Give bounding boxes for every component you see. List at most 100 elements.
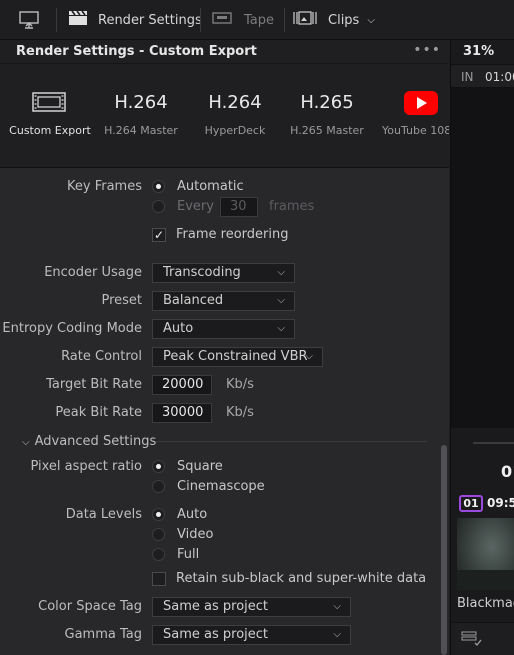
in-out-bar: IN 01:00 [451, 64, 514, 88]
preset-hyperdeck[interactable]: H.264 HyperDeck [194, 64, 276, 167]
key-frames-label: Key Frames [67, 179, 142, 194]
clip-name: Blackmag [457, 596, 514, 611]
preset-label: Custom Export [9, 124, 91, 137]
pixel-aspect-cinemascope-radio[interactable] [152, 480, 165, 493]
entropy-coding-label: Entropy Coding Mode [2, 321, 142, 336]
key-frames-every-label: Every [177, 199, 214, 214]
render-settings-panel: Render Settings - Custom Export ••• Cust… [0, 40, 449, 655]
data-levels-auto-label: Auto [177, 507, 208, 522]
advanced-settings-toggle[interactable]: ⌵ Advanced Settings [22, 434, 156, 449]
target-bit-rate-unit: Kb/s [226, 377, 254, 392]
tape-toggle[interactable]: Tape [212, 0, 274, 40]
settings-scrollbar[interactable] [441, 445, 447, 655]
encoder-usage-select[interactable]: Transcoding ⌵ [152, 263, 295, 283]
in-timecode: 01:00 [485, 70, 514, 84]
tape-label: Tape [244, 12, 275, 28]
zoom-level[interactable]: 31% [463, 44, 494, 59]
pixel-aspect-square-label: Square [177, 459, 223, 474]
preset-value: Balanced [163, 293, 224, 308]
gamma-tag-value: Same as project [163, 627, 269, 642]
data-levels-label: Data Levels [65, 507, 142, 522]
frame-reordering-checkbox[interactable]: ✓ [152, 228, 166, 242]
in-label: IN [461, 70, 474, 84]
pixel-aspect-cinemascope-label: Cinemascope [177, 479, 265, 494]
viewer-bottom-bar [451, 622, 514, 655]
clip-thumbnail[interactable] [457, 518, 514, 590]
viewer-canvas[interactable] [451, 88, 514, 428]
chevron-down-icon: ⌵ [277, 267, 285, 278]
render-settings-toggle[interactable]: Render Settings [68, 0, 202, 40]
preset-custom-export[interactable]: Custom Export [4, 64, 96, 167]
target-bit-rate-input[interactable]: 20000 [152, 375, 212, 395]
render-presets-strip: Custom Export H.264 H.264 Master H.264 H… [0, 64, 449, 168]
clips-icon [292, 10, 318, 30]
retain-data-checkbox[interactable] [152, 572, 166, 586]
key-frames-every-radio[interactable] [152, 200, 165, 213]
gamma-tag-label: Gamma Tag [64, 627, 142, 642]
viewer-panel: 31% IN 01:00 01 01 09:59 Blackmag [450, 40, 514, 655]
preset-codec: H.264 [114, 92, 168, 113]
deliver-icon[interactable] [18, 0, 40, 40]
render-settings-label: Render Settings [98, 12, 202, 28]
entropy-coding-value: Auto [163, 321, 194, 336]
retain-data-label: Retain sub-black and super-white data [176, 571, 427, 586]
preset-youtube[interactable]: YouTube 108 [378, 64, 449, 167]
preset-h265-master[interactable]: H.265 H.265 Master [286, 64, 368, 167]
rate-control-label: Rate Control [61, 349, 142, 364]
advanced-settings-label: Advanced Settings [34, 434, 157, 449]
checklist-icon[interactable] [461, 631, 483, 651]
gamma-tag-select[interactable]: Same as project ⌵ [152, 625, 351, 645]
data-levels-full-label: Full [177, 547, 200, 562]
frames-unit: frames [269, 199, 315, 214]
preset-label: Preset [101, 293, 142, 308]
chevron-down-icon: ⌵ [333, 601, 341, 612]
data-levels-auto-radio[interactable] [152, 508, 165, 521]
pixel-aspect-square-radio[interactable] [152, 460, 165, 473]
target-bit-rate-label: Target Bit Rate [46, 377, 142, 392]
data-levels-video-radio[interactable] [152, 528, 165, 541]
entropy-coding-select[interactable]: Auto ⌵ [152, 319, 295, 339]
clip-timecode: 09:59 [487, 496, 514, 510]
clapper-icon [68, 10, 88, 30]
key-frames-automatic-label: Automatic [177, 179, 244, 194]
peak-bit-rate-input[interactable]: 30000 [152, 403, 212, 423]
tape-icon [212, 11, 232, 29]
encoder-usage-label: Encoder Usage [44, 265, 142, 280]
peak-bit-rate-unit: Kb/s [226, 405, 254, 420]
color-space-tag-label: Color Space Tag [38, 599, 142, 614]
clips-toggle[interactable]: Clips ⌵ [292, 0, 375, 40]
key-frames-automatic-radio[interactable] [152, 180, 165, 193]
data-levels-full-radio[interactable] [152, 548, 165, 561]
data-levels-video-label: Video [177, 527, 214, 542]
section-divider [155, 441, 427, 442]
preset-label: H.265 Master [290, 124, 364, 137]
preset-label: YouTube 108 [382, 124, 449, 137]
preset-h264-master[interactable]: H.264 H.264 Master [100, 64, 182, 167]
preset-codec: H.265 [300, 92, 354, 113]
film-frame-icon [32, 92, 66, 116]
chevron-down-icon: ⌵ [277, 295, 285, 306]
toolbar-divider [200, 8, 201, 32]
chevron-down-icon: ⌵ [22, 437, 30, 448]
chevron-down-icon: ⌵ [333, 629, 341, 640]
chevron-down-icon: ⌵ [305, 351, 313, 362]
toolbar-divider [56, 8, 57, 32]
frame-reordering-label: Frame reordering [176, 227, 289, 242]
preset-label: HyperDeck [204, 124, 266, 137]
panel-options-button[interactable]: ••• [413, 42, 441, 58]
chevron-down-icon: ⌵ [367, 14, 375, 26]
timeline-ruler [473, 442, 514, 444]
rate-control-select[interactable]: Peak Constrained VBR ⌵ [152, 347, 323, 367]
color-space-tag-value: Same as project [163, 599, 269, 614]
color-space-tag-select[interactable]: Same as project ⌵ [152, 597, 351, 617]
preset-label: H.264 Master [104, 124, 178, 137]
preset-codec: H.264 [208, 92, 262, 113]
top-toolbar: Render Settings Tape Clips ⌵ [0, 0, 514, 40]
encoder-usage-value: Transcoding [163, 265, 241, 280]
chevron-down-icon: ⌵ [277, 323, 285, 334]
toolbar-divider [284, 8, 285, 32]
clips-label: Clips [328, 12, 360, 28]
preset-select[interactable]: Balanced ⌵ [152, 291, 295, 311]
key-frames-every-input[interactable]: 30 [220, 197, 258, 217]
rate-control-value: Peak Constrained VBR [163, 349, 308, 364]
